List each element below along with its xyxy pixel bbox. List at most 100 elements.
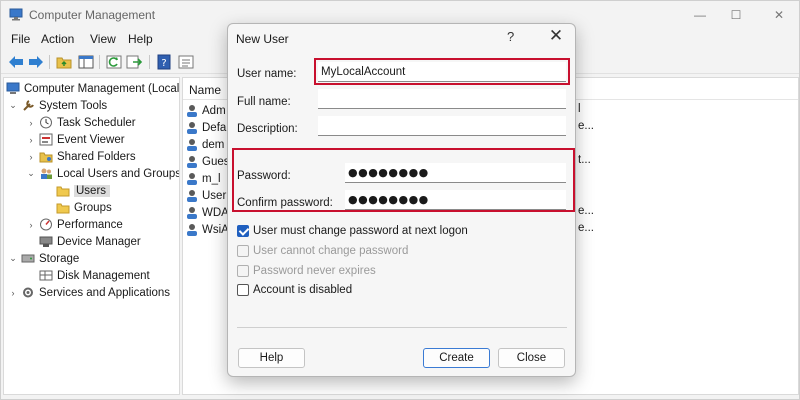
minimize-button[interactable]: — <box>689 5 711 25</box>
dialog-close-button[interactable]: ✕ <box>546 26 566 46</box>
table-row[interactable]: Defa <box>185 119 226 136</box>
folder-icon <box>56 186 70 197</box>
user-icon <box>187 105 197 117</box>
back-arrow-icon[interactable] <box>7 54 25 70</box>
new-user-dialog: New User ? ✕ User name: Full name: Descr… <box>227 23 576 377</box>
tools-icon <box>23 100 34 111</box>
console-tree: Computer Management (Local ⌄ System Tool… <box>3 77 180 395</box>
checkbox-box[interactable] <box>237 265 249 277</box>
storage-icon <box>21 254 35 263</box>
password-label: Password: <box>237 170 291 182</box>
chevron-right-icon[interactable]: › <box>26 220 36 230</box>
username-highlight <box>314 58 570 85</box>
checkbox-password-never-expires[interactable]: Password never expires <box>237 265 376 277</box>
table-row[interactable]: Gues <box>185 153 230 170</box>
user-description-fragment: e... <box>578 205 594 217</box>
tree-item-users[interactable]: Users <box>56 182 111 199</box>
checkbox-account-disabled[interactable]: Account is disabled <box>237 284 352 296</box>
chevron-down-icon[interactable]: ⌄ <box>26 168 36 179</box>
checkbox-box[interactable] <box>237 284 249 296</box>
computer-icon <box>6 82 20 94</box>
column-header-name[interactable]: Name <box>189 83 221 97</box>
tree-item-task-scheduler[interactable]: › Task Scheduler <box>26 114 136 131</box>
refresh-icon[interactable] <box>105 54 123 70</box>
close-button[interactable]: Close <box>498 348 565 368</box>
checkbox-cannot-change-password[interactable]: User cannot change password <box>237 245 408 257</box>
performance-icon <box>40 218 52 231</box>
tree-item-shared-folders[interactable]: › Shared Folders <box>26 148 136 165</box>
user-icon <box>187 139 197 151</box>
tree-item-groups[interactable]: Groups <box>56 199 112 216</box>
help-button[interactable]: Help <box>238 348 305 368</box>
device-manager-icon <box>39 236 53 247</box>
menu-action[interactable]: Action <box>41 32 74 46</box>
forward-arrow-icon[interactable] <box>27 54 45 70</box>
users-group-icon <box>41 168 52 179</box>
services-icon <box>23 287 33 298</box>
table-row[interactable]: Adm <box>185 102 226 119</box>
chevron-right-icon[interactable]: › <box>8 288 18 298</box>
checkbox-box[interactable] <box>237 245 249 257</box>
svg-text:?: ? <box>161 58 166 69</box>
fullname-label: Full name: <box>237 96 291 108</box>
tree-item-system-tools[interactable]: ⌄ System Tools <box>8 97 107 114</box>
table-row[interactable]: WDA <box>185 204 229 221</box>
help-icon[interactable]: ? <box>155 54 173 70</box>
shared-folders-icon <box>39 152 53 163</box>
tree-item-device-manager[interactable]: Device Manager <box>26 233 141 250</box>
show-hide-tree-icon[interactable] <box>77 54 95 70</box>
user-name: WsiA <box>202 223 229 236</box>
password-field[interactable] <box>345 163 566 183</box>
export-list-icon[interactable] <box>125 54 143 70</box>
chevron-down-icon[interactable]: ⌄ <box>8 253 18 264</box>
tree-item-event-viewer[interactable]: › Event Viewer <box>26 131 125 148</box>
user-name: WDA <box>202 206 229 219</box>
dialog-help-button[interactable]: ? <box>507 29 514 44</box>
event-viewer-icon <box>39 133 53 146</box>
window-title: Computer Management <box>29 8 156 22</box>
user-icon <box>187 122 197 134</box>
tree-item-computer-management[interactable]: Computer Management (Local <box>6 80 179 97</box>
computer-management-icon <box>9 8 23 21</box>
user-name: Gues <box>202 155 230 168</box>
chevron-down-icon[interactable]: ⌄ <box>8 100 18 111</box>
fullname-field[interactable] <box>318 89 566 109</box>
user-description-fragment: l <box>578 103 581 115</box>
table-row[interactable]: WsiA <box>185 221 229 238</box>
menu-file[interactable]: File <box>11 32 30 46</box>
menu-view[interactable]: View <box>90 32 116 46</box>
computer-management-window: Computer Management — ☐ ✕ File Action Vi… <box>0 0 800 400</box>
user-icon <box>187 224 197 236</box>
tree-item-disk-management[interactable]: Disk Management <box>26 267 150 284</box>
up-folder-icon[interactable] <box>55 54 73 70</box>
tree-item-performance[interactable]: › Performance <box>26 216 123 233</box>
close-window-button[interactable]: ✕ <box>768 5 790 25</box>
table-row[interactable]: dem <box>185 136 224 153</box>
description-label: Description: <box>237 123 298 135</box>
checkbox-box[interactable] <box>237 225 249 237</box>
tree-item-local-users-and-groups[interactable]: ⌄ Local Users and Groups <box>26 165 179 182</box>
checkbox-must-change-password[interactable]: User must change password at next logon <box>237 225 468 237</box>
user-icon <box>187 207 197 219</box>
user-name: Defa <box>202 121 227 134</box>
properties-icon[interactable] <box>177 54 195 70</box>
chevron-right-icon[interactable]: › <box>26 135 36 145</box>
user-icon <box>187 156 197 168</box>
maximize-button[interactable]: ☐ <box>725 5 747 25</box>
user-icon <box>187 190 197 202</box>
menu-help[interactable]: Help <box>128 32 153 46</box>
chevron-right-icon[interactable]: › <box>26 118 36 128</box>
chevron-right-icon[interactable]: › <box>26 152 36 162</box>
user-description-fragment: e... <box>578 222 594 234</box>
clock-icon <box>40 116 52 129</box>
table-row[interactable]: m_l <box>185 170 221 187</box>
tree-item-services-and-applications[interactable]: › Services and Applications <box>8 284 171 301</box>
table-row[interactable]: Userl <box>185 187 229 204</box>
confirm-password-field[interactable] <box>345 190 566 210</box>
tree-item-storage[interactable]: ⌄ Storage <box>8 250 79 267</box>
user-name: dem <box>202 138 225 151</box>
folder-icon <box>56 203 70 214</box>
user-name: m_l <box>202 172 221 185</box>
description-field[interactable] <box>318 116 566 136</box>
create-button[interactable]: Create <box>423 348 490 368</box>
